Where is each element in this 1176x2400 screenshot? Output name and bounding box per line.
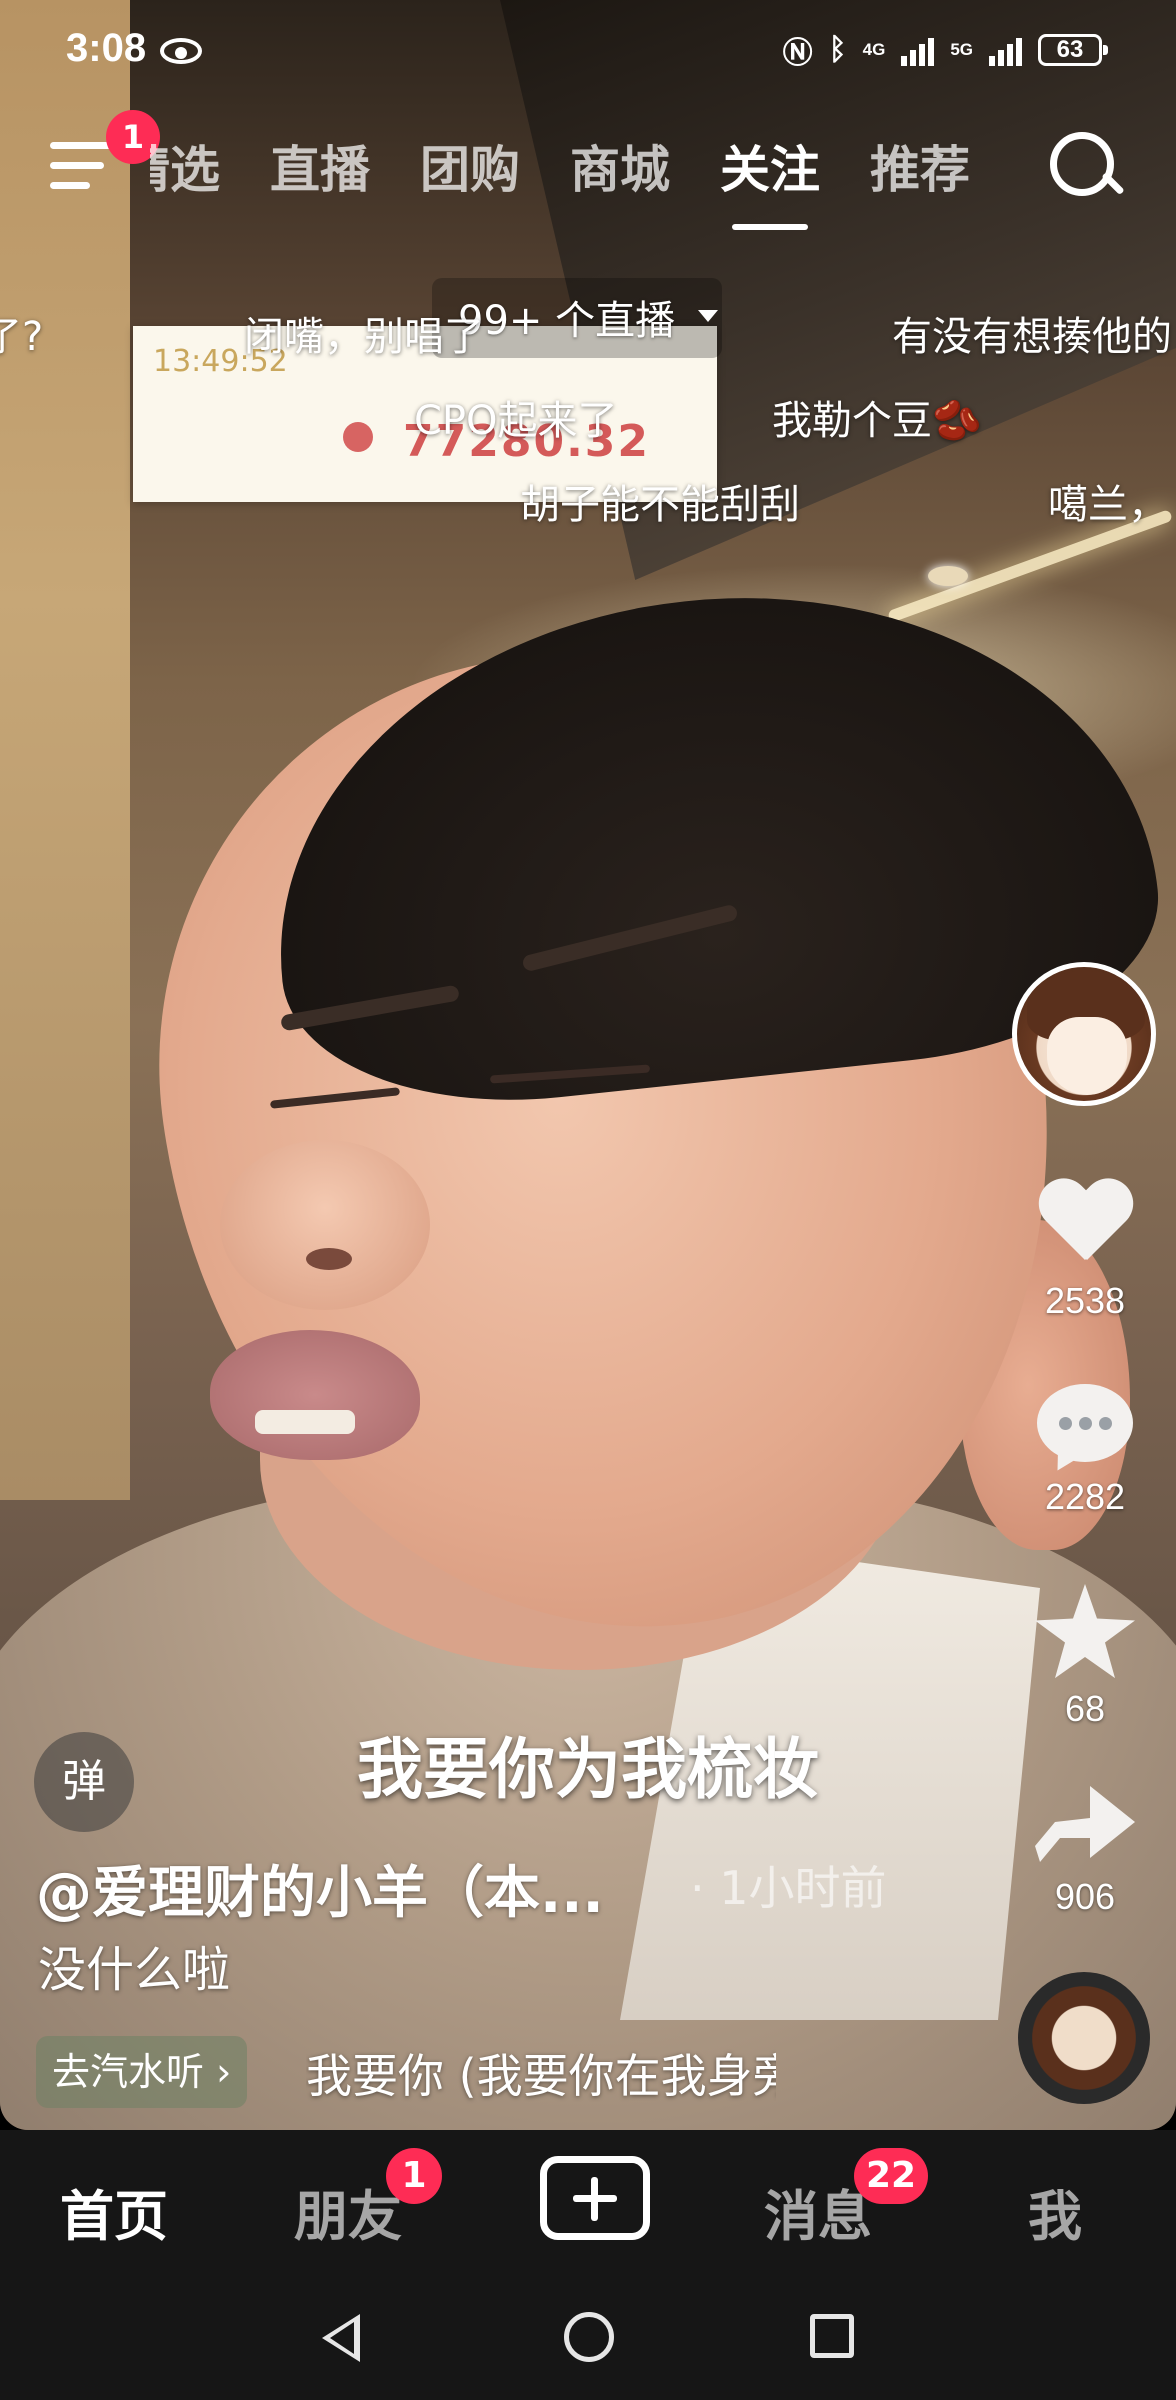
like-count: 2538 [1044, 1280, 1126, 1321]
nav-me[interactable]: 我 [1028, 2172, 1082, 2251]
danmaku-comment: 我勒个豆🫘 [772, 398, 982, 444]
comment-button[interactable]: 2282 [1030, 1384, 1140, 1518]
danmaku-comment: CPO起来了 [414, 398, 618, 444]
danmaku-comment: 有没有想揍他的 [892, 314, 1172, 360]
star-icon [1035, 1584, 1135, 1679]
share-count: 906 [1054, 1876, 1116, 1917]
signal-icon [989, 34, 1022, 66]
video-person-teeth [255, 1410, 355, 1434]
danmaku-comment: 闭嘴，别唱了 [244, 314, 484, 360]
tab-following[interactable]: 关注 [720, 130, 820, 230]
tab-recommended[interactable]: 推荐 [870, 130, 970, 202]
background-wall [0, 0, 130, 1500]
video-subtitle: 我要你为我梳妆 [357, 1731, 819, 1808]
status-indicators: Ⓝ ᛒ 4G 5G 63 [782, 28, 1108, 72]
author-avatar[interactable] [1012, 962, 1156, 1106]
menu-button[interactable] [50, 136, 116, 196]
video-person-nostril [306, 1248, 352, 1270]
comment-dot [1099, 1417, 1112, 1430]
nfc-icon: Ⓝ [782, 37, 813, 70]
post-description[interactable]: 没什么啦 [38, 1930, 230, 2000]
ceiling-downlight [928, 566, 968, 586]
tab-mall[interactable]: 商城 [570, 130, 670, 202]
tab-live[interactable]: 直播 [270, 130, 370, 202]
back-icon[interactable] [322, 2314, 360, 2362]
bottom-nav: 首页 朋友 1 消息 22 我 [0, 2130, 1176, 2280]
caret-down-icon [698, 310, 718, 322]
menu-icon [50, 142, 112, 149]
signal-icon [901, 34, 935, 66]
network-type-2: 5G [950, 40, 973, 59]
danmaku-comment: 了? [0, 314, 44, 360]
tab-group-buy[interactable]: 团购 [420, 130, 520, 202]
live-count-label[interactable]: 99+ 个直播 [458, 288, 675, 346]
comment-count: 2282 [1044, 1476, 1126, 1517]
menu-icon-bar [50, 162, 104, 169]
nav-home[interactable]: 首页 [60, 2172, 168, 2251]
author-name[interactable]: @爱理财的小羊（本... [36, 1848, 604, 1929]
home-icon[interactable] [564, 2312, 614, 2362]
recent-apps-icon[interactable] [810, 2314, 854, 2358]
video-person-lips [210, 1330, 420, 1460]
like-button[interactable]: 2538 [1030, 1180, 1140, 1322]
music-title[interactable]: 我要你 (我要你在我身旁 [306, 2040, 776, 2106]
friends-badge: 1 [386, 2148, 442, 2204]
bluetooth-icon: ᛒ [828, 33, 847, 66]
system-nav-bar [0, 2280, 1176, 2400]
status-time: 3:08 [66, 26, 147, 70]
status-bar: 3:08 Ⓝ ᛒ 4G 5G 63 [0, 0, 1176, 100]
comment-dot [1059, 1417, 1072, 1430]
search-icon[interactable] [1050, 132, 1120, 202]
open-in-music-app-button[interactable]: 去汽水听 › [36, 2036, 248, 2108]
comment-dot [1079, 1417, 1092, 1430]
eye-comfort-icon [160, 38, 202, 64]
danmaku-comment: 胡子能不能刮刮 [520, 482, 800, 528]
comment-icon [1037, 1384, 1133, 1462]
favorite-button[interactable]: 68 [1030, 1584, 1140, 1730]
battery-icon: 63 [1038, 34, 1108, 66]
video-person-nose [220, 1140, 430, 1310]
card-stamp [343, 422, 373, 452]
network-type-1: 4G [862, 40, 886, 59]
top-tabs: 精选 直播 团购 商城 关注 推荐 [150, 130, 1020, 230]
post-time: · 1小时前 [690, 1861, 887, 1915]
menu-icon-bar [50, 182, 90, 189]
messages-badge: 22 [854, 2148, 929, 2204]
danmaku-comment: 噶兰， [1048, 482, 1168, 528]
create-post-button[interactable] [540, 2156, 650, 2240]
nav-friends[interactable]: 朋友 [294, 2172, 402, 2251]
avatar-face [1047, 1017, 1127, 1095]
music-disc-icon[interactable] [1018, 1972, 1150, 2104]
heart-icon [1037, 1180, 1133, 1270]
